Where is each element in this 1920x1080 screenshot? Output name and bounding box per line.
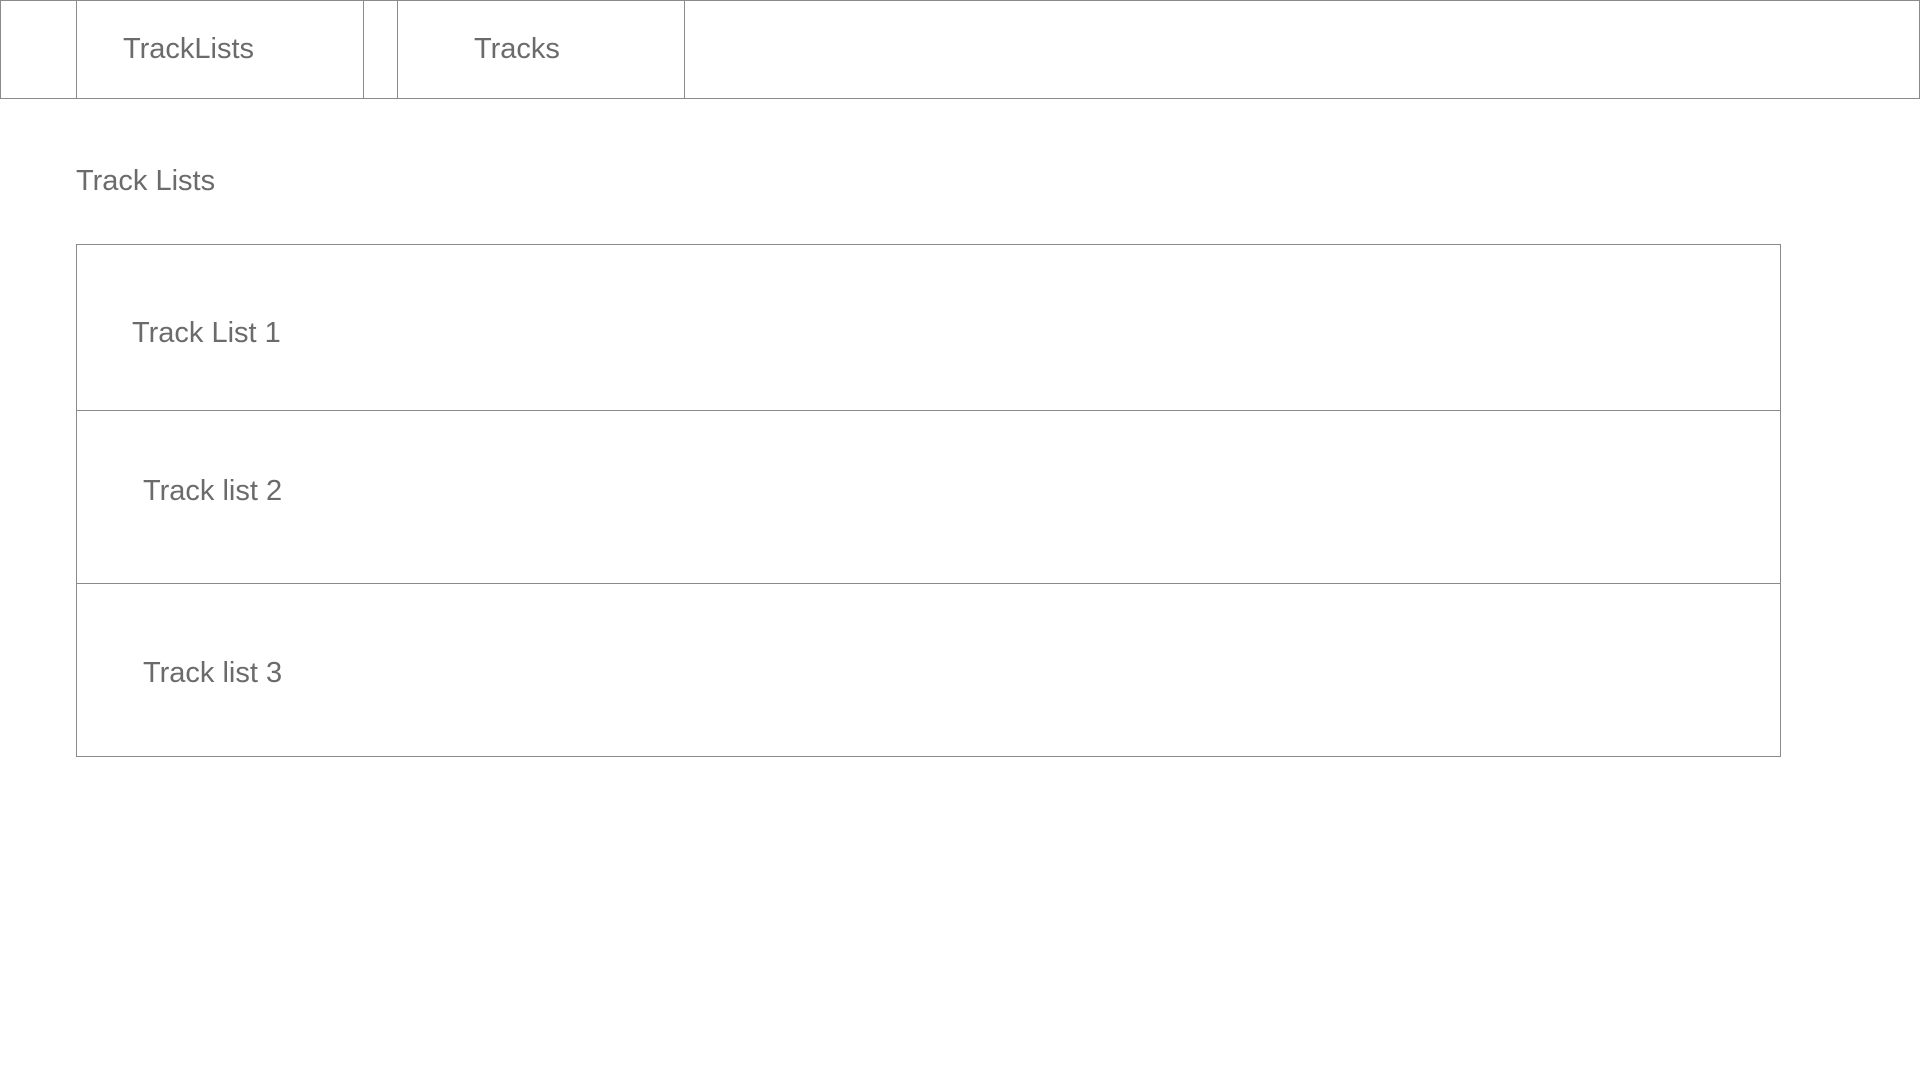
- page-title: Track Lists: [76, 165, 216, 197]
- top-nav-bar: TrackLists Tracks: [0, 0, 1920, 99]
- tab-tracklists[interactable]: TrackLists: [76, 0, 364, 99]
- tab-tracklists-label: TrackLists: [123, 33, 255, 65]
- tab-tracks-label: Tracks: [474, 33, 560, 65]
- track-list-list: Track List 1 Track list 2 Track list 3: [76, 244, 1781, 757]
- list-item-label: Track list 3: [143, 657, 283, 689]
- list-item-track-list-1[interactable]: Track List 1: [77, 245, 1780, 410]
- tab-tracks[interactable]: Tracks: [397, 0, 685, 99]
- list-item-label: Track List 1: [132, 317, 281, 349]
- list-item-track-list-3[interactable]: Track list 3: [77, 583, 1780, 756]
- list-item-label: Track list 2: [143, 475, 283, 507]
- list-item-track-list-2[interactable]: Track list 2: [77, 410, 1780, 583]
